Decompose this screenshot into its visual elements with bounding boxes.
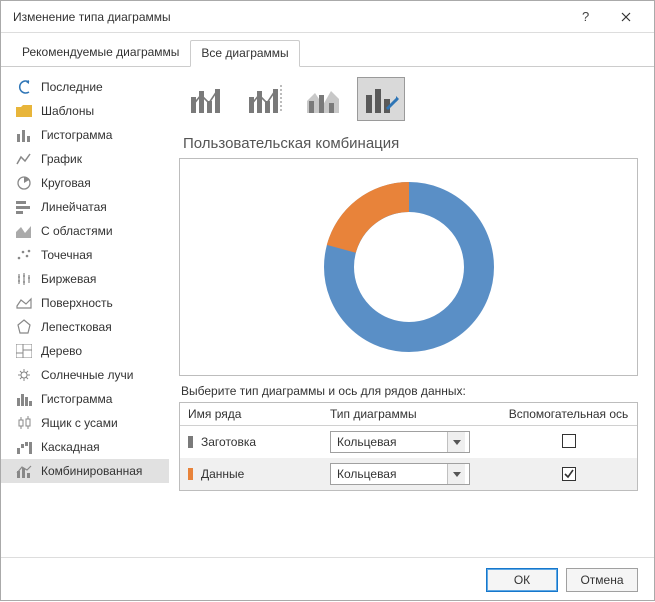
series-color-marker <box>188 468 193 480</box>
secondary-axis-checkbox[interactable] <box>562 434 576 448</box>
line-chart-icon <box>15 151 33 167</box>
help-button[interactable]: ? <box>566 1 606 33</box>
svg-text:?: ? <box>582 10 589 24</box>
sunburst-icon <box>15 367 33 383</box>
sidebar-item-label: Каскадная <box>41 440 100 454</box>
combo-subtype-2[interactable] <box>241 77 289 121</box>
folder-icon <box>15 103 33 119</box>
sidebar-item-column[interactable]: Гистограмма <box>1 123 169 147</box>
chart-type-dropdown[interactable]: Кольцевая <box>330 431 470 453</box>
donut-chart-icon <box>319 177 499 357</box>
tab-all[interactable]: Все диаграммы <box>190 40 299 67</box>
sidebar-item-label: Гистограмма <box>41 128 112 142</box>
scatter-chart-icon <box>15 247 33 263</box>
recent-icon <box>15 79 33 95</box>
sidebar-item-stock[interactable]: Биржевая <box>1 267 169 291</box>
content-pane: Пользовательская комбинация Выберите тип… <box>169 67 654 557</box>
dropdown-value: Кольцевая <box>337 435 447 449</box>
sidebar-item-boxwhisker[interactable]: Ящик с усами <box>1 411 169 435</box>
boxwhisker-icon <box>15 415 33 431</box>
series-help-text: Выберите тип диаграммы и ось для рядов д… <box>179 384 638 402</box>
sidebar-item-label: Комбинированная <box>41 464 142 478</box>
chart-type-dropdown[interactable]: Кольцевая <box>330 463 470 485</box>
sidebar-item-recent[interactable]: Последние <box>1 75 169 99</box>
tab-strip: Рекомендуемые диаграммы Все диаграммы <box>1 33 654 67</box>
waterfall-icon <box>15 439 33 455</box>
sidebar-item-radar[interactable]: Лепестковая <box>1 315 169 339</box>
series-table: Имя ряда Тип диаграммы Вспомогательная о… <box>179 402 638 491</box>
series-table-header: Имя ряда Тип диаграммы Вспомогательная о… <box>180 403 637 426</box>
sidebar-item-label: Ящик с усами <box>41 416 118 430</box>
sidebar-item-label: С областями <box>41 224 113 238</box>
sidebar-item-label: Шаблоны <box>41 104 94 118</box>
treemap-icon <box>15 343 33 359</box>
sidebar-item-label: Солнечные лучи <box>41 368 133 382</box>
secondary-axis-checkbox[interactable] <box>562 467 576 481</box>
combo-subtype-custom[interactable] <box>357 77 405 121</box>
window-title: Изменение типа диаграммы <box>13 10 566 24</box>
sidebar-item-combo[interactable]: Комбинированная <box>1 459 169 483</box>
radar-chart-icon <box>15 319 33 335</box>
sidebar-item-treemap[interactable]: Дерево <box>1 339 169 363</box>
dropdown-value: Кольцевая <box>337 467 447 481</box>
close-button[interactable] <box>606 1 646 33</box>
sidebar-item-label: Биржевая <box>41 272 96 286</box>
column-chart-icon <box>15 127 33 143</box>
series-row: Заготовка Кольцевая <box>180 426 637 458</box>
sidebar-item-scatter[interactable]: Точечная <box>1 243 169 267</box>
sidebar-item-bar[interactable]: Линейчатая <box>1 195 169 219</box>
chart-type-sidebar: Последние Шаблоны Гистограмма График Кру… <box>1 67 169 557</box>
chevron-down-icon <box>447 464 465 484</box>
sidebar-item-pie[interactable]: Круговая <box>1 171 169 195</box>
histogram-icon <box>15 391 33 407</box>
sidebar-item-sunburst[interactable]: Солнечные лучи <box>1 363 169 387</box>
header-secondary-axis: Вспомогательная ось <box>500 407 637 421</box>
combo-subtype-row <box>179 77 638 131</box>
tab-recommended[interactable]: Рекомендуемые диаграммы <box>11 39 190 66</box>
combo-subtitle: Пользовательская комбинация <box>179 131 638 158</box>
chart-preview <box>179 158 638 376</box>
sidebar-item-area[interactable]: С областями <box>1 219 169 243</box>
sidebar-item-label: Точечная <box>41 248 92 262</box>
sidebar-item-label: Гистограмма <box>41 392 112 406</box>
sidebar-item-surface[interactable]: Поверхность <box>1 291 169 315</box>
cancel-button[interactable]: Отмена <box>566 568 638 592</box>
header-chart-type: Тип диаграммы <box>330 407 500 421</box>
area-chart-icon <box>15 223 33 239</box>
stock-chart-icon <box>15 271 33 287</box>
sidebar-item-label: Лепестковая <box>41 320 112 334</box>
dialog-footer: ОК Отмена <box>1 557 654 602</box>
sidebar-item-line[interactable]: График <box>1 147 169 171</box>
series-row: Данные Кольцевая <box>180 458 637 490</box>
titlebar: Изменение типа диаграммы ? <box>1 1 654 33</box>
ok-button[interactable]: ОК <box>486 568 558 592</box>
chevron-down-icon <box>447 432 465 452</box>
bar-chart-icon <box>15 199 33 215</box>
sidebar-item-label: Линейчатая <box>41 200 107 214</box>
sidebar-item-waterfall[interactable]: Каскадная <box>1 435 169 459</box>
sidebar-item-templates[interactable]: Шаблоны <box>1 99 169 123</box>
sidebar-item-label: График <box>41 152 82 166</box>
pie-chart-icon <box>15 175 33 191</box>
combo-subtype-1[interactable] <box>183 77 231 121</box>
series-color-marker <box>188 436 193 448</box>
sidebar-item-label: Поверхность <box>41 296 113 310</box>
combo-subtype-3[interactable] <box>299 77 347 121</box>
sidebar-item-label: Дерево <box>41 344 82 358</box>
sidebar-item-label: Последние <box>41 80 103 94</box>
combo-chart-icon <box>15 463 33 479</box>
surface-chart-icon <box>15 295 33 311</box>
series-name-label: Данные <box>201 467 244 481</box>
header-series-name: Имя ряда <box>180 407 330 421</box>
sidebar-item-label: Круговая <box>41 176 91 190</box>
sidebar-item-histogram[interactable]: Гистограмма <box>1 387 169 411</box>
series-name-label: Заготовка <box>201 435 256 449</box>
